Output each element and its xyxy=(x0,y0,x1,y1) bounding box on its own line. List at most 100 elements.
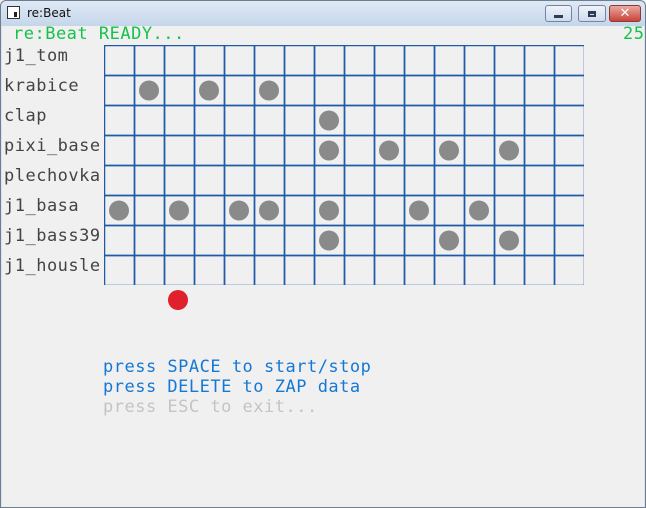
grid-cell[interactable] xyxy=(523,134,556,167)
grid-cell[interactable] xyxy=(463,134,496,167)
grid-cell[interactable] xyxy=(223,104,256,137)
grid-cell[interactable] xyxy=(343,45,376,77)
grid-cell[interactable] xyxy=(553,45,585,77)
grid-cell[interactable] xyxy=(373,45,406,77)
grid-cell[interactable] xyxy=(104,224,136,257)
grid-cell[interactable] xyxy=(163,104,196,137)
note-dot[interactable] xyxy=(199,80,219,101)
grid-cell[interactable] xyxy=(313,74,346,107)
grid-cell[interactable] xyxy=(104,74,136,107)
grid-cell[interactable] xyxy=(283,104,316,137)
note-dot[interactable] xyxy=(439,230,459,251)
grid-cell[interactable] xyxy=(104,254,136,286)
grid-cell[interactable] xyxy=(463,224,496,257)
grid-cell[interactable] xyxy=(343,164,376,197)
grid-cell[interactable] xyxy=(343,74,376,107)
grid-cell[interactable] xyxy=(343,104,376,137)
grid-cell[interactable] xyxy=(433,104,466,137)
grid-cell[interactable] xyxy=(493,164,526,197)
grid-cell[interactable] xyxy=(433,164,466,197)
grid-cell[interactable] xyxy=(493,45,526,77)
grid-cell[interactable] xyxy=(463,104,496,137)
grid-cell[interactable] xyxy=(403,134,436,167)
note-dot[interactable] xyxy=(259,200,279,221)
grid-cell[interactable] xyxy=(133,45,166,77)
grid-cell[interactable] xyxy=(313,45,346,77)
grid-cell[interactable] xyxy=(553,254,585,286)
grid-cell[interactable] xyxy=(493,254,526,286)
grid-cell[interactable] xyxy=(313,164,346,197)
grid-cell[interactable] xyxy=(553,164,585,197)
grid-cell[interactable] xyxy=(193,164,226,197)
grid-cell[interactable] xyxy=(343,254,376,286)
note-dot[interactable] xyxy=(439,140,459,161)
note-dot[interactable] xyxy=(319,110,339,131)
note-dot[interactable] xyxy=(469,200,489,221)
grid-cell[interactable] xyxy=(283,224,316,257)
grid-cell[interactable] xyxy=(193,45,226,77)
grid-cell[interactable] xyxy=(223,45,256,77)
grid-cell[interactable] xyxy=(163,134,196,167)
grid-cell[interactable] xyxy=(463,254,496,286)
grid-cell[interactable] xyxy=(133,104,166,137)
grid-cell[interactable] xyxy=(283,254,316,286)
note-dot[interactable] xyxy=(139,80,159,101)
app-icon[interactable] xyxy=(7,6,20,19)
grid-cell[interactable] xyxy=(253,254,286,286)
grid-cell[interactable] xyxy=(523,74,556,107)
grid-cell[interactable] xyxy=(133,164,166,197)
grid-cell[interactable] xyxy=(133,224,166,257)
note-dot[interactable] xyxy=(499,230,519,251)
grid-cell[interactable] xyxy=(223,134,256,167)
grid-cell[interactable] xyxy=(523,224,556,257)
grid-cell[interactable] xyxy=(523,45,556,77)
grid-cell[interactable] xyxy=(433,45,466,77)
grid-cell[interactable] xyxy=(553,104,585,137)
grid-cell[interactable] xyxy=(193,254,226,286)
grid-cell[interactable] xyxy=(283,194,316,227)
grid-cell[interactable] xyxy=(343,194,376,227)
grid-cell[interactable] xyxy=(403,224,436,257)
grid-cell[interactable] xyxy=(133,254,166,286)
note-dot[interactable] xyxy=(229,200,249,221)
grid-cell[interactable] xyxy=(403,45,436,77)
grid-cell[interactable] xyxy=(433,194,466,227)
title-bar[interactable]: re:Beat ✕ xyxy=(1,1,645,26)
note-dot[interactable] xyxy=(379,140,399,161)
grid-cell[interactable] xyxy=(553,224,585,257)
grid-cell[interactable] xyxy=(104,134,136,167)
sequencer-grid[interactable] xyxy=(104,45,584,285)
note-dot[interactable] xyxy=(319,200,339,221)
grid-cell[interactable] xyxy=(163,164,196,197)
grid-cell[interactable] xyxy=(104,45,136,77)
grid-cell[interactable] xyxy=(343,134,376,167)
grid-cell[interactable] xyxy=(253,134,286,167)
grid-cell[interactable] xyxy=(343,224,376,257)
grid-cell[interactable] xyxy=(373,224,406,257)
grid-cell[interactable] xyxy=(193,134,226,167)
grid-cell[interactable] xyxy=(193,104,226,137)
grid-cell[interactable] xyxy=(433,74,466,107)
grid-cell[interactable] xyxy=(403,254,436,286)
grid-cell[interactable] xyxy=(493,74,526,107)
note-dot[interactable] xyxy=(409,200,429,221)
grid-cell[interactable] xyxy=(253,45,286,77)
grid-cell[interactable] xyxy=(133,134,166,167)
grid-cell[interactable] xyxy=(373,164,406,197)
note-dot[interactable] xyxy=(169,200,189,221)
grid-cell[interactable] xyxy=(283,164,316,197)
canvas-area[interactable]: re:Beat READY... 25 j1_tom krabice clap pix… xyxy=(2,24,644,507)
grid-cell[interactable] xyxy=(373,74,406,107)
grid-cell[interactable] xyxy=(104,104,136,137)
close-button[interactable]: ✕ xyxy=(609,5,641,22)
grid-cell[interactable] xyxy=(523,254,556,286)
grid-cell[interactable] xyxy=(193,224,226,257)
grid-cell[interactable] xyxy=(493,104,526,137)
grid-cell[interactable] xyxy=(523,164,556,197)
grid-cell[interactable] xyxy=(493,194,526,227)
note-dot[interactable] xyxy=(319,140,339,161)
minimize-button[interactable] xyxy=(545,5,572,22)
grid-cell[interactable] xyxy=(283,74,316,107)
grid-cell[interactable] xyxy=(403,74,436,107)
grid-cell[interactable] xyxy=(523,194,556,227)
